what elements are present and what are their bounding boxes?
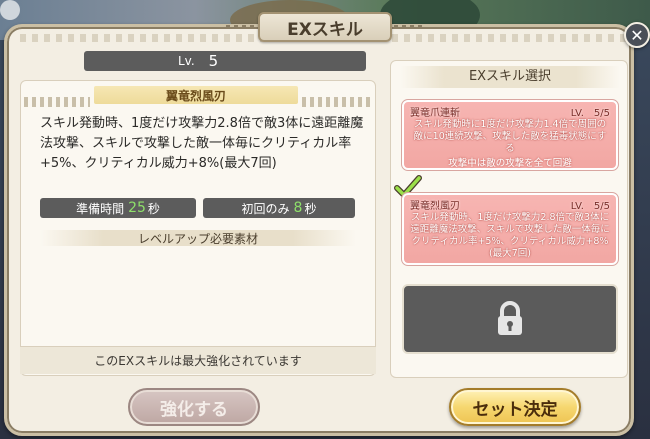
level-bar: Lv. 5 <box>84 51 366 71</box>
dialog-title: EXスキル <box>226 12 424 42</box>
prep-time-label: 準備時間 <box>76 201 125 216</box>
ex-option-description: スキル発動時に1度だけ攻撃力1.4倍で周囲の敵に10連続攻撃、攻撃した敵を猛毒状… <box>413 119 607 154</box>
strengthen-button[interactable]: 強化する <box>128 388 260 426</box>
ex-option-description: スキル発動時、1度だけ攻撃力2.8倍で敵3体に遠距離魔法攻撃、スキルで攻撃した敵… <box>410 212 610 259</box>
divider <box>24 97 90 107</box>
scene-decoration <box>0 0 20 20</box>
skill-description: スキル発動時、1度だけ攻撃力2.8倍で敵3体に遠距離魔法攻撃、スキルで攻撃した敵… <box>40 116 364 171</box>
first-only-unit: 秒 <box>304 201 317 216</box>
lock-icon <box>498 301 522 335</box>
maxed-note: このEXスキルは最大強化されています <box>20 346 376 374</box>
level-label: Lv. <box>178 54 195 68</box>
ex-option-name: 翼竜爪連斬 <box>410 108 460 119</box>
first-only-label: 初回のみ <box>241 201 290 216</box>
materials-header: レベルアップ必要素材 <box>40 230 356 246</box>
first-only-value: 8 <box>293 200 303 216</box>
dialog-title-text: EXスキル <box>287 19 363 40</box>
prep-time-unit: 秒 <box>147 201 160 216</box>
close-button[interactable]: ✕ <box>624 22 650 48</box>
skill-name: 翼竜烈風刃 <box>94 86 298 104</box>
ex-option-level: LV. 5/5 <box>570 108 610 119</box>
first-only-box: 初回のみ 8 秒 <box>203 198 355 218</box>
level-value: 5 <box>208 52 219 70</box>
close-icon: ✕ <box>630 25 644 45</box>
prep-time-box: 準備時間 25 秒 <box>40 198 196 218</box>
divider <box>302 97 370 107</box>
ex-option-level: LV. 5/5 <box>570 201 610 212</box>
prep-time-value: 25 <box>128 200 146 216</box>
ex-option-row: 翼竜爪連斬 LV. 5/5 <box>410 104 610 119</box>
ex-option-row: 翼竜烈風刃 LV. 5/5 <box>410 197 610 212</box>
ex-option-1[interactable]: 翼竜爪連斬 LV. 5/5 スキル発動時に1度だけ攻撃力1.4倍で周囲の敵に10… <box>401 99 619 171</box>
set-confirm-button[interactable]: セット決定 <box>449 388 581 426</box>
ex-option-name: 翼竜烈風刃 <box>410 201 460 212</box>
ex-select-header: EXスキル選択 <box>400 66 620 88</box>
ex-option-2[interactable]: 翼竜烈風刃 LV. 5/5 スキル発動時、1度だけ攻撃力2.8倍で敵3体に遠距離… <box>401 192 619 266</box>
locked-slot <box>402 284 618 354</box>
materials-area <box>40 250 356 342</box>
ex-option-sub: 攻撃中は敵の攻撃を全て回避 <box>448 158 572 169</box>
